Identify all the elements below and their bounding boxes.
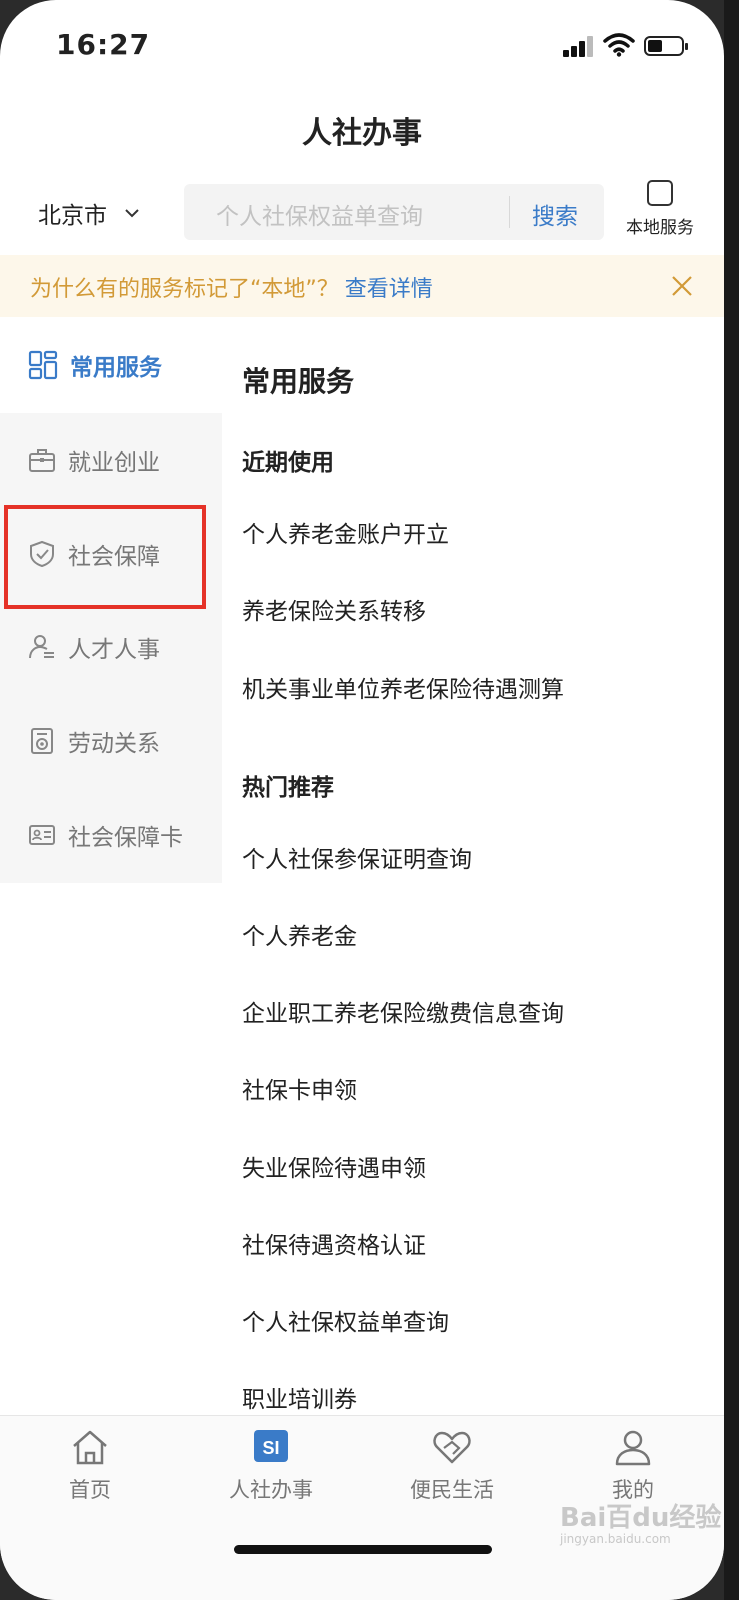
watermark: Bai百du经验 jingyan.baidu.com xyxy=(560,1503,722,1546)
tab-label: 便民生活 xyxy=(410,1478,494,1502)
document-icon xyxy=(31,728,53,754)
signal-icon xyxy=(563,35,595,57)
search-input[interactable]: 个人社保权益单查询 搜索 xyxy=(184,184,604,240)
sidebar-item-employment[interactable]: 就业创业 xyxy=(28,443,160,477)
service-item[interactable]: 失业保险待遇申领 xyxy=(242,1149,426,1183)
briefcase-icon xyxy=(29,449,55,472)
chevron-down-icon xyxy=(125,209,139,218)
tab-home[interactable]: 首页 xyxy=(35,1428,145,1504)
sidebar-item-label: 人才人事 xyxy=(68,637,160,663)
home-indicator xyxy=(234,1545,492,1554)
service-item[interactable]: 养老保险关系转移 xyxy=(242,592,426,626)
heart-hand-icon xyxy=(433,1431,471,1464)
tab-services[interactable]: SI 人社办事 xyxy=(216,1428,326,1504)
city-label: 北京市 xyxy=(38,203,107,229)
service-item[interactable]: 个人社保参保证明查询 xyxy=(242,840,472,874)
service-item[interactable]: 机关事业单位养老保险待遇测算 xyxy=(242,670,564,704)
local-service-label: 本地服务 xyxy=(626,218,694,238)
id-card-icon xyxy=(29,825,55,845)
home-icon xyxy=(73,1430,107,1465)
frame-edge xyxy=(724,0,739,1600)
search-placeholder: 个人社保权益单查询 xyxy=(216,204,423,230)
group-title-hot: 热门推荐 xyxy=(242,775,334,801)
si-icon: SI xyxy=(254,1430,288,1462)
grid-icon xyxy=(28,350,58,380)
status-time: 16:27 xyxy=(56,28,151,61)
person-icon xyxy=(615,1430,651,1466)
sidebar-item-common[interactable]: 常用服务 xyxy=(28,348,162,382)
service-item[interactable]: 个人养老金 xyxy=(242,917,357,951)
highlight-box xyxy=(4,505,206,609)
section-title: 常用服务 xyxy=(242,365,355,398)
city-selector[interactable]: 北京市 xyxy=(38,196,139,230)
group-title-recent: 近期使用 xyxy=(242,450,334,476)
service-item[interactable]: 企业职工养老保险缴费信息查询 xyxy=(242,994,564,1028)
phone-screen: 16:27 人社办事 北京市 个人社保权益单查询 搜索 本地服务 为什么有的服务… xyxy=(0,0,724,1600)
sidebar-item-label: 常用服务 xyxy=(70,355,162,381)
tab-mine[interactable]: 我的 xyxy=(578,1428,688,1504)
service-item[interactable]: 社保卡申领 xyxy=(242,1071,357,1105)
page-title: 人社办事 xyxy=(302,116,422,151)
wifi-icon xyxy=(603,33,635,57)
status-bar: 16:27 xyxy=(0,0,724,90)
tab-label: 人社办事 xyxy=(229,1478,313,1502)
service-item[interactable]: 职业培训券 xyxy=(242,1380,357,1414)
sidebar-item-label: 社会保障卡 xyxy=(68,825,183,851)
notice-text: 为什么有的服务标记了“本地”？ xyxy=(30,277,339,302)
local-service-checkbox[interactable] xyxy=(647,180,673,206)
sidebar-item-ss-card[interactable]: 社会保障卡 xyxy=(28,818,183,852)
sidebar-item-talent[interactable]: 人才人事 xyxy=(28,630,160,664)
search-button[interactable]: 搜索 xyxy=(532,197,578,231)
sidebar-item-label: 劳动关系 xyxy=(68,731,160,757)
service-item[interactable]: 个人社保权益单查询 xyxy=(242,1303,449,1337)
battery-icon xyxy=(644,36,688,56)
local-service-toggle[interactable]: 本地服务 xyxy=(618,180,702,238)
search-divider xyxy=(509,196,510,228)
notice-link[interactable]: 查看详情 xyxy=(345,277,433,302)
service-item[interactable]: 个人养老金账户开立 xyxy=(242,515,449,549)
notice-banner: 为什么有的服务标记了“本地”？ 查看详情 xyxy=(0,255,724,317)
si-badge-text: SI xyxy=(262,1438,279,1458)
tab-life[interactable]: 便民生活 xyxy=(397,1428,507,1504)
user-list-icon xyxy=(29,635,54,659)
service-item[interactable]: 社保待遇资格认证 xyxy=(242,1226,426,1260)
sidebar-item-label: 就业创业 xyxy=(68,450,160,476)
sidebar-item-labor[interactable]: 劳动关系 xyxy=(28,724,160,758)
close-icon[interactable] xyxy=(670,274,694,298)
tab-label: 首页 xyxy=(69,1478,111,1502)
